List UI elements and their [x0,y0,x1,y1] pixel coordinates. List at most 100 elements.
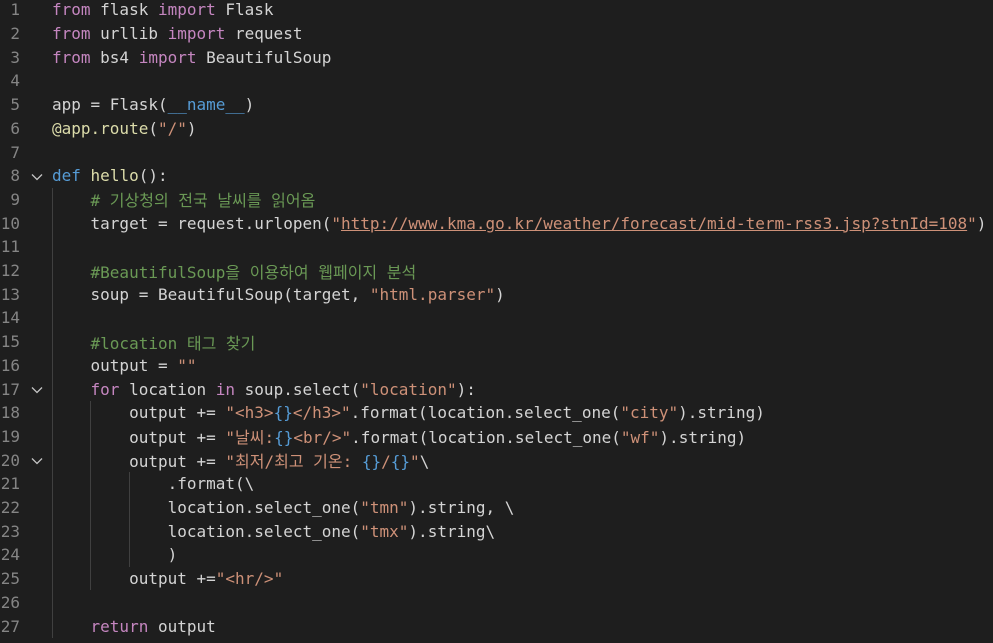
code-line[interactable]: 16 output = "" [0,354,993,378]
code-line[interactable]: 27 return output [0,614,993,638]
code-token: Flask [215,0,274,20]
code-text: from flask import Flask [52,0,274,19]
code-line[interactable]: 15 #location 태그 찾기 [0,330,993,354]
code-line[interactable]: 3 from bs4 import BeautifulSoup [0,45,993,69]
code-line[interactable]: 18 output += "<h3>{}</h3>".format(locati… [0,401,993,425]
code-token: for [90,379,120,399]
code-line[interactable]: 5 app = Flask(__name__) [0,93,993,117]
line-number: 18 [0,403,20,423]
code-token: (): [138,166,168,186]
code-text: from bs4 import BeautifulSoup [52,48,331,67]
code-line[interactable]: 22 location.select_one("tmn").string, \ [0,496,993,520]
code-token: "/" [157,118,187,138]
line-number: 19 [0,426,20,446]
code-token: output += [52,403,226,423]
code-token: "최저/최고 기온: [225,452,362,472]
line-number: 25 [0,569,20,589]
code-line[interactable]: 23 location.select_one("tmx").string\ [0,519,993,543]
code-token: " [967,213,977,233]
code-token: output = [52,355,178,375]
line-number: 6 [10,118,20,138]
code-text: location.select_one("tmn").string, \ [52,498,515,517]
line-number: 17 [0,379,20,399]
code-line[interactable]: 13 soup = BeautifulSoup(target, "html.pa… [0,282,993,306]
code-token: "날씨: [225,428,275,448]
code-token: from [52,0,91,20]
code-token: "<hr/>" [215,569,284,589]
code-line[interactable]: 7 [0,140,993,164]
code-token: #location 태그 찾기 [90,333,256,353]
code-token: location.select_one( [52,521,361,541]
code-line[interactable]: 17 for location in soup.select("location… [0,377,993,401]
code-token: {} [390,452,411,472]
code-token: def [52,166,81,186]
code-token: ) [244,95,255,115]
code-token: soup = BeautifulSoup(target, [52,284,370,304]
code-token: </h3>" [292,403,351,423]
code-token: return [90,616,149,636]
fold-chevron-down-icon[interactable] [30,453,44,467]
code-token: app = Flask( [52,95,168,115]
code-line[interactable]: 8 def hello(): [0,164,993,188]
fold-chevron-down-icon[interactable] [30,169,44,183]
code-token: "tmx" [360,521,409,541]
code-token: "<h3> [225,403,274,423]
code-token: output [148,616,216,636]
fold-chevron-down-icon[interactable] [30,382,44,396]
line-number: 24 [0,545,20,565]
code-token: "" [177,355,197,375]
line-number: 27 [0,616,20,636]
code-token: ): [456,379,476,399]
code-token: output += [52,569,216,589]
line-number: 15 [0,332,20,352]
code-editor[interactable]: 1 from flask import Flask 2 from urllib imp… [0,0,993,643]
code-line[interactable]: 10 target = request.urlopen("http://www.… [0,211,993,235]
code-line[interactable]: 25 output +="<hr/>" [0,567,993,591]
line-number: 22 [0,498,20,518]
code-line[interactable]: 4 [0,69,993,93]
code-token: from [52,24,91,44]
code-line[interactable]: 20 output += "최저/최고 기온: {}/{}"\ [0,448,993,472]
code-token: location [119,379,216,399]
code-line[interactable]: 2 from urllib import request [0,22,993,46]
code-text: #BeautifulSoup을 이용하여 웹페이지 분석 [52,259,417,283]
line-number: 3 [10,47,20,67]
code-token: import [138,47,197,67]
code-line[interactable]: 24 ) [0,543,993,567]
code-token: <br/>" [293,428,352,448]
code-text: output += "최저/최고 기온: {}/{}"\ [52,448,429,472]
code-token: BeautifulSoup [196,47,332,67]
code-token: " [331,213,341,233]
code-token: "location" [360,379,457,399]
code-token: from [52,47,91,67]
code-text: soup = BeautifulSoup(target, "html.parse… [52,285,505,304]
code-text: def hello(): [52,166,168,185]
code-line[interactable]: 1 from flask import Flask [0,0,993,22]
code-line[interactable]: 11 [0,235,993,259]
line-number: 11 [0,237,20,257]
code-text: output = "" [52,356,197,375]
code-token: @app.route [52,118,149,138]
code-token: / [381,452,391,472]
code-line[interactable]: 26 [0,591,993,615]
code-line[interactable]: 14 [0,306,993,330]
code-token: urllib [90,24,168,44]
code-token: .format(\ [52,474,255,494]
code-line[interactable]: 21 .format(\ [0,472,993,496]
code-line[interactable]: 9 # 기상청의 전국 날씨를 읽어옴 [0,188,993,212]
code-text: for location in soup.select("location"): [52,380,476,399]
code-token: import [157,0,216,20]
code-token: import [167,24,226,44]
code-token[interactable]: http://www.kma.go.kr/weather/forecast/mi… [341,214,967,233]
line-number: 16 [0,355,20,375]
code-token: "city" [620,403,679,423]
code-line[interactable]: 12 #BeautifulSoup을 이용하여 웹페이지 분석 [0,259,993,283]
line-number: 20 [0,450,20,470]
code-line[interactable]: 19 output += "날씨:{}<br/>".format(locatio… [0,425,993,449]
line-number: 2 [10,24,20,44]
code-text: location.select_one("tmx").string\ [52,521,496,541]
code-line[interactable]: 6 @app.route("/") [0,117,993,141]
